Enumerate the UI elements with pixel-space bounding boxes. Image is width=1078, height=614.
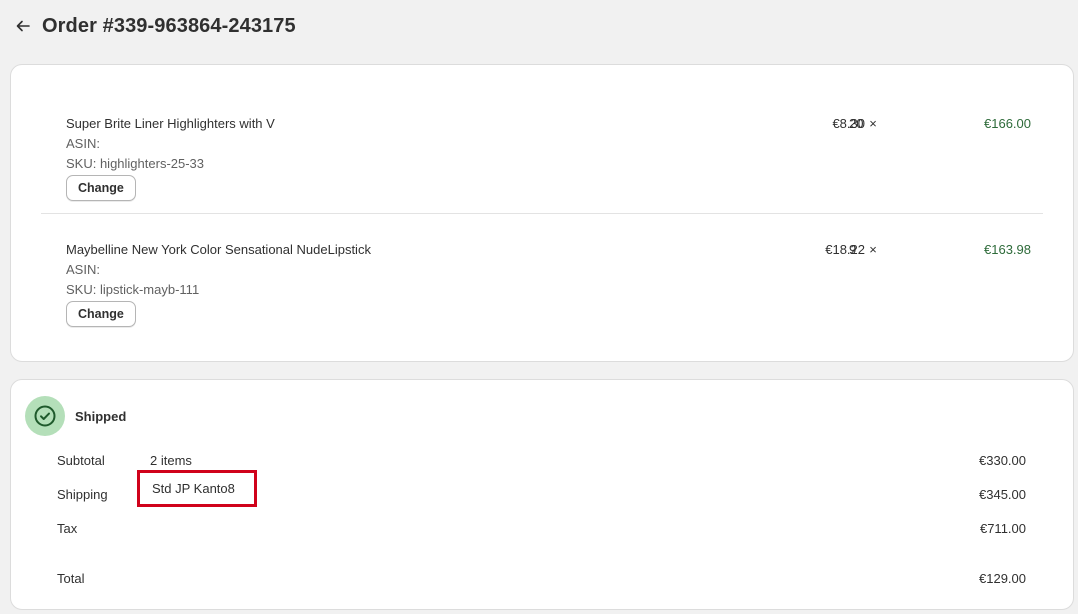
status-icon-badge (25, 396, 65, 436)
divider (41, 213, 1043, 214)
total-row: Total €129.00 (57, 571, 1026, 591)
product-sku: SKU: lipstick-mayb-111 (66, 282, 200, 297)
multiply-sign: × (869, 116, 877, 131)
page-title: Order #339-963864-243175 (42, 14, 296, 37)
line-item: Maybelline New York Color Sensational Nu… (41, 242, 1043, 342)
change-button[interactable]: Change (66, 301, 136, 327)
line-total: €166.00 (984, 116, 1031, 131)
check-circle-icon (34, 405, 56, 427)
payment-summary-card: Shipped Subtotal 2 items €330.00 Shippin… (10, 379, 1074, 610)
product-asin: ASIN: (66, 262, 100, 277)
total-amount: €129.00 (979, 571, 1026, 586)
tax-amount: €711.00 (979, 521, 1026, 536)
line-total: €163.98 (984, 242, 1031, 257)
quantity: 20 (849, 116, 864, 131)
tax-row: Tax €711.00 (57, 521, 1026, 541)
fulfillment-status: Shipped (25, 396, 126, 436)
status-label: Shipped (75, 408, 127, 424)
shipping-amount: €345.00 (979, 487, 1026, 502)
page-header: Order #339-963864-243175 (14, 12, 296, 40)
shipping-method[interactable]: Std JP Kanto8 (137, 470, 257, 507)
unit-price: €18.22 (825, 242, 865, 257)
subtotal-amount: €330.00 (979, 453, 1026, 468)
product-asin: ASIN: (66, 136, 100, 151)
arrow-left-icon (16, 20, 30, 32)
subtotal-desc: 2 items (150, 453, 192, 468)
product-name[interactable]: Super Brite Liner Highlighters with V (66, 116, 275, 131)
multiply-sign: × (869, 242, 877, 257)
total-label: Total (57, 571, 85, 586)
shipping-row: Shipping Std JP Kanto8 €345.00 (57, 470, 1026, 507)
product-sku: SKU: highlighters-25-33 (66, 156, 205, 171)
product-name[interactable]: Maybelline New York Color Sensational Nu… (66, 242, 371, 257)
change-button[interactable]: Change (66, 175, 136, 201)
line-item: Super Brite Liner Highlighters with V AS… (41, 116, 1043, 216)
shipping-label: Shipping (57, 487, 108, 502)
subtotal-label: Subtotal (57, 453, 105, 468)
back-button[interactable] (14, 17, 32, 35)
quantity: 9 (849, 242, 857, 257)
tax-label: Tax (57, 521, 78, 536)
line-items-card: Super Brite Liner Highlighters with V AS… (10, 64, 1074, 362)
